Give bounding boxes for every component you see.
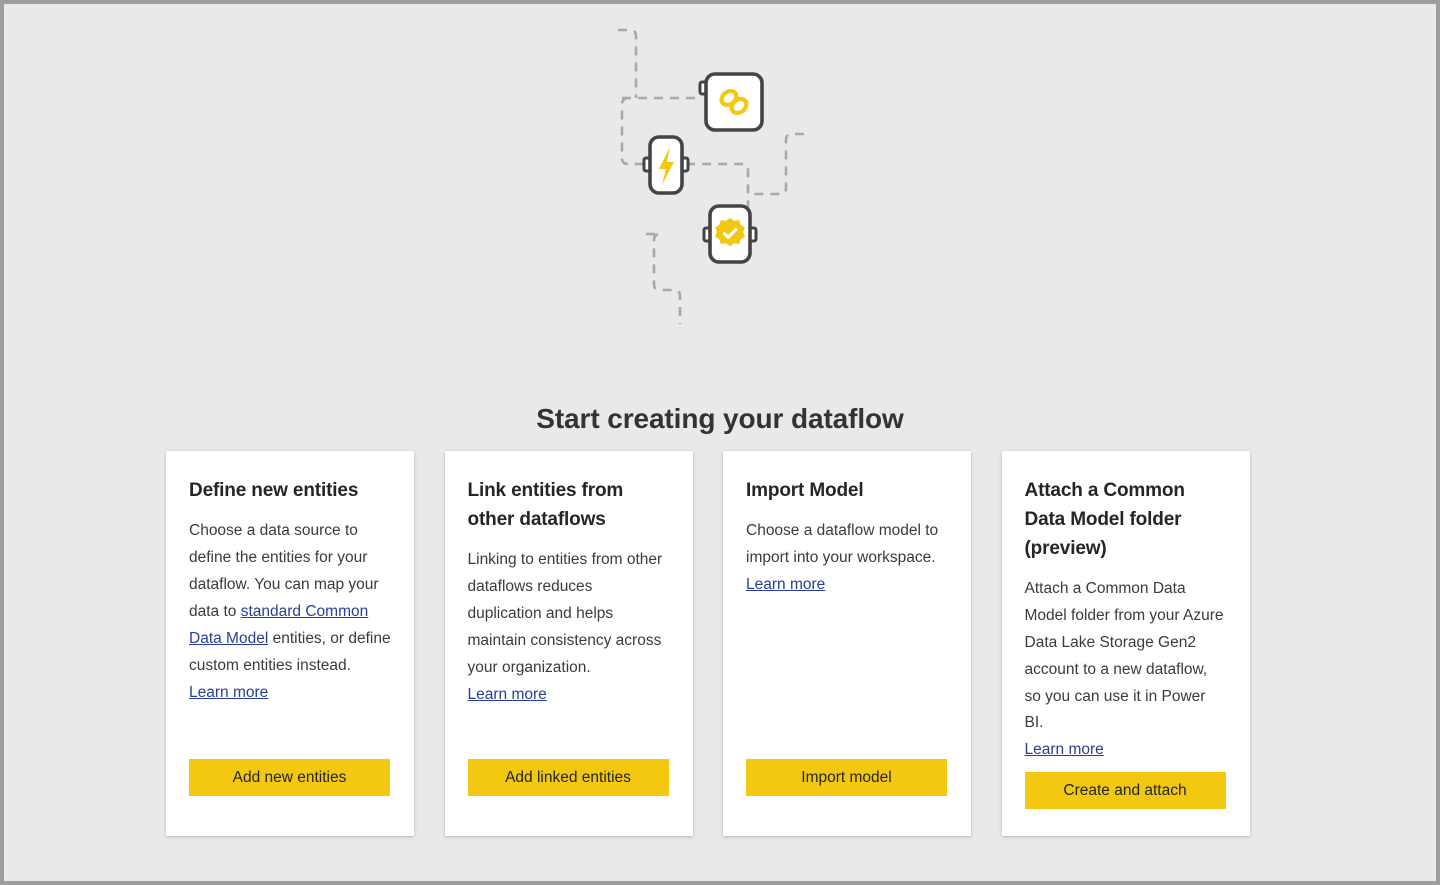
card-define-new-entities[interactable]: Define new entities Choose a data source… bbox=[166, 451, 414, 836]
add-new-entities-button[interactable]: Add new entities bbox=[189, 759, 390, 796]
card-import-model[interactable]: Import Model Choose a dataflow model to … bbox=[723, 451, 971, 836]
card-description: Choose a dataflow model to import into y… bbox=[746, 518, 948, 572]
card-description-text-before-link: Attach a Common Data Model folder from y… bbox=[1024, 579, 1224, 732]
card-title: Link entities from other dataflows bbox=[467, 480, 624, 530]
add-linked-entities-button[interactable]: Add linked entities bbox=[467, 759, 669, 796]
card-description-text-before-link: Choose a dataflow model to import into y… bbox=[746, 521, 939, 566]
start-options-card-row: Define new entities Choose a data source… bbox=[166, 451, 1266, 836]
card-spacer bbox=[189, 707, 391, 759]
card-description: Choose a data source to define the entit… bbox=[189, 518, 391, 680]
card-description-text-before-link: Linking to entities from other dataflows… bbox=[467, 550, 663, 676]
create-and-attach-button[interactable]: Create and attach bbox=[1024, 772, 1226, 810]
learn-more-link[interactable]: Learn more bbox=[189, 680, 268, 707]
learn-more-link[interactable]: Learn more bbox=[468, 682, 547, 709]
learn-more-link[interactable]: Learn more bbox=[1025, 737, 1104, 764]
page-title: Start creating your dataflow bbox=[536, 402, 904, 434]
card-description: Linking to entities from other dataflows… bbox=[468, 547, 670, 682]
card-spacer bbox=[468, 709, 670, 759]
import-model-button[interactable]: Import model bbox=[746, 759, 947, 796]
illustration-node-link bbox=[698, 72, 764, 132]
card-spacer bbox=[1025, 764, 1227, 772]
card-description: Attach a Common Data Model folder from y… bbox=[1025, 576, 1227, 738]
card-attach-common-data-model-folder[interactable]: Attach a Common Data Model folder (previ… bbox=[1001, 451, 1250, 836]
card-title: Define new entities bbox=[189, 480, 359, 501]
dataflow-nodes-illustration bbox=[4, 4, 1436, 364]
card-spacer bbox=[746, 599, 948, 759]
card-link-entities-from-other-dataflows[interactable]: Link entities from other dataflows Linki… bbox=[444, 451, 693, 836]
illustration-node-badge bbox=[702, 204, 758, 264]
dataflow-start-page: Start creating your dataflow Define new … bbox=[4, 4, 1436, 881]
dataflow-illustration-svg bbox=[618, 28, 804, 324]
card-title: Import Model bbox=[746, 480, 864, 501]
illustration-node-bolt bbox=[642, 135, 690, 195]
card-title: Attach a Common Data Model folder (previ… bbox=[1024, 480, 1185, 559]
learn-more-link[interactable]: Learn more bbox=[746, 572, 825, 599]
